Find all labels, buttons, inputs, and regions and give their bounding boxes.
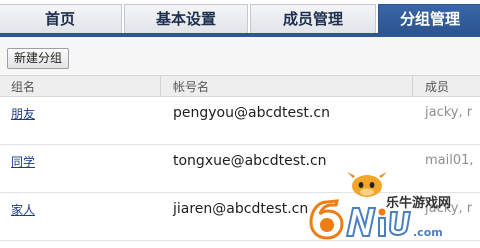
watermark-logo: .com 乐牛游戏网 bbox=[305, 172, 475, 244]
group-account: jiaren@abcdtest.cn bbox=[173, 201, 309, 217]
group-account: tongxue@abcdtest.cn bbox=[173, 153, 327, 169]
tab-bar: 首页 基本设置 成员管理 分组管理 bbox=[0, 0, 480, 34]
new-group-button[interactable]: 新建分组 bbox=[7, 48, 70, 69]
table-row: 朋友 pengyou@abcdtest.cn jacky, r bbox=[0, 97, 480, 145]
group-account: pengyou@abcdtest.cn bbox=[173, 105, 330, 121]
tab-member-management[interactable]: 成员管理 bbox=[250, 4, 376, 33]
group-name-link[interactable]: 同学 bbox=[11, 153, 35, 170]
column-header-members[interactable]: 成员 bbox=[425, 78, 449, 96]
tab-home[interactable]: 首页 bbox=[0, 4, 122, 33]
group-name-link[interactable]: 朋友 bbox=[11, 105, 35, 122]
column-header-name[interactable]: 组名 bbox=[11, 78, 35, 96]
toolbar: 新建分组 bbox=[0, 37, 480, 75]
table-header: 组名 帐号名 成员 bbox=[0, 75, 480, 97]
group-members: mail01, bbox=[425, 153, 474, 168]
group-members: jacky, r bbox=[425, 105, 473, 120]
tab-group-management[interactable]: 分组管理 bbox=[378, 4, 480, 33]
watermark-brand-text: 乐牛游戏网 bbox=[386, 196, 452, 211]
column-divider[interactable] bbox=[160, 76, 161, 96]
svg-text:.com: .com bbox=[413, 226, 443, 239]
group-name-link[interactable]: 家人 bbox=[11, 201, 35, 218]
tab-basic-settings[interactable]: 基本设置 bbox=[124, 4, 248, 33]
column-divider[interactable] bbox=[412, 76, 413, 96]
column-header-account[interactable]: 帐号名 bbox=[173, 78, 209, 96]
